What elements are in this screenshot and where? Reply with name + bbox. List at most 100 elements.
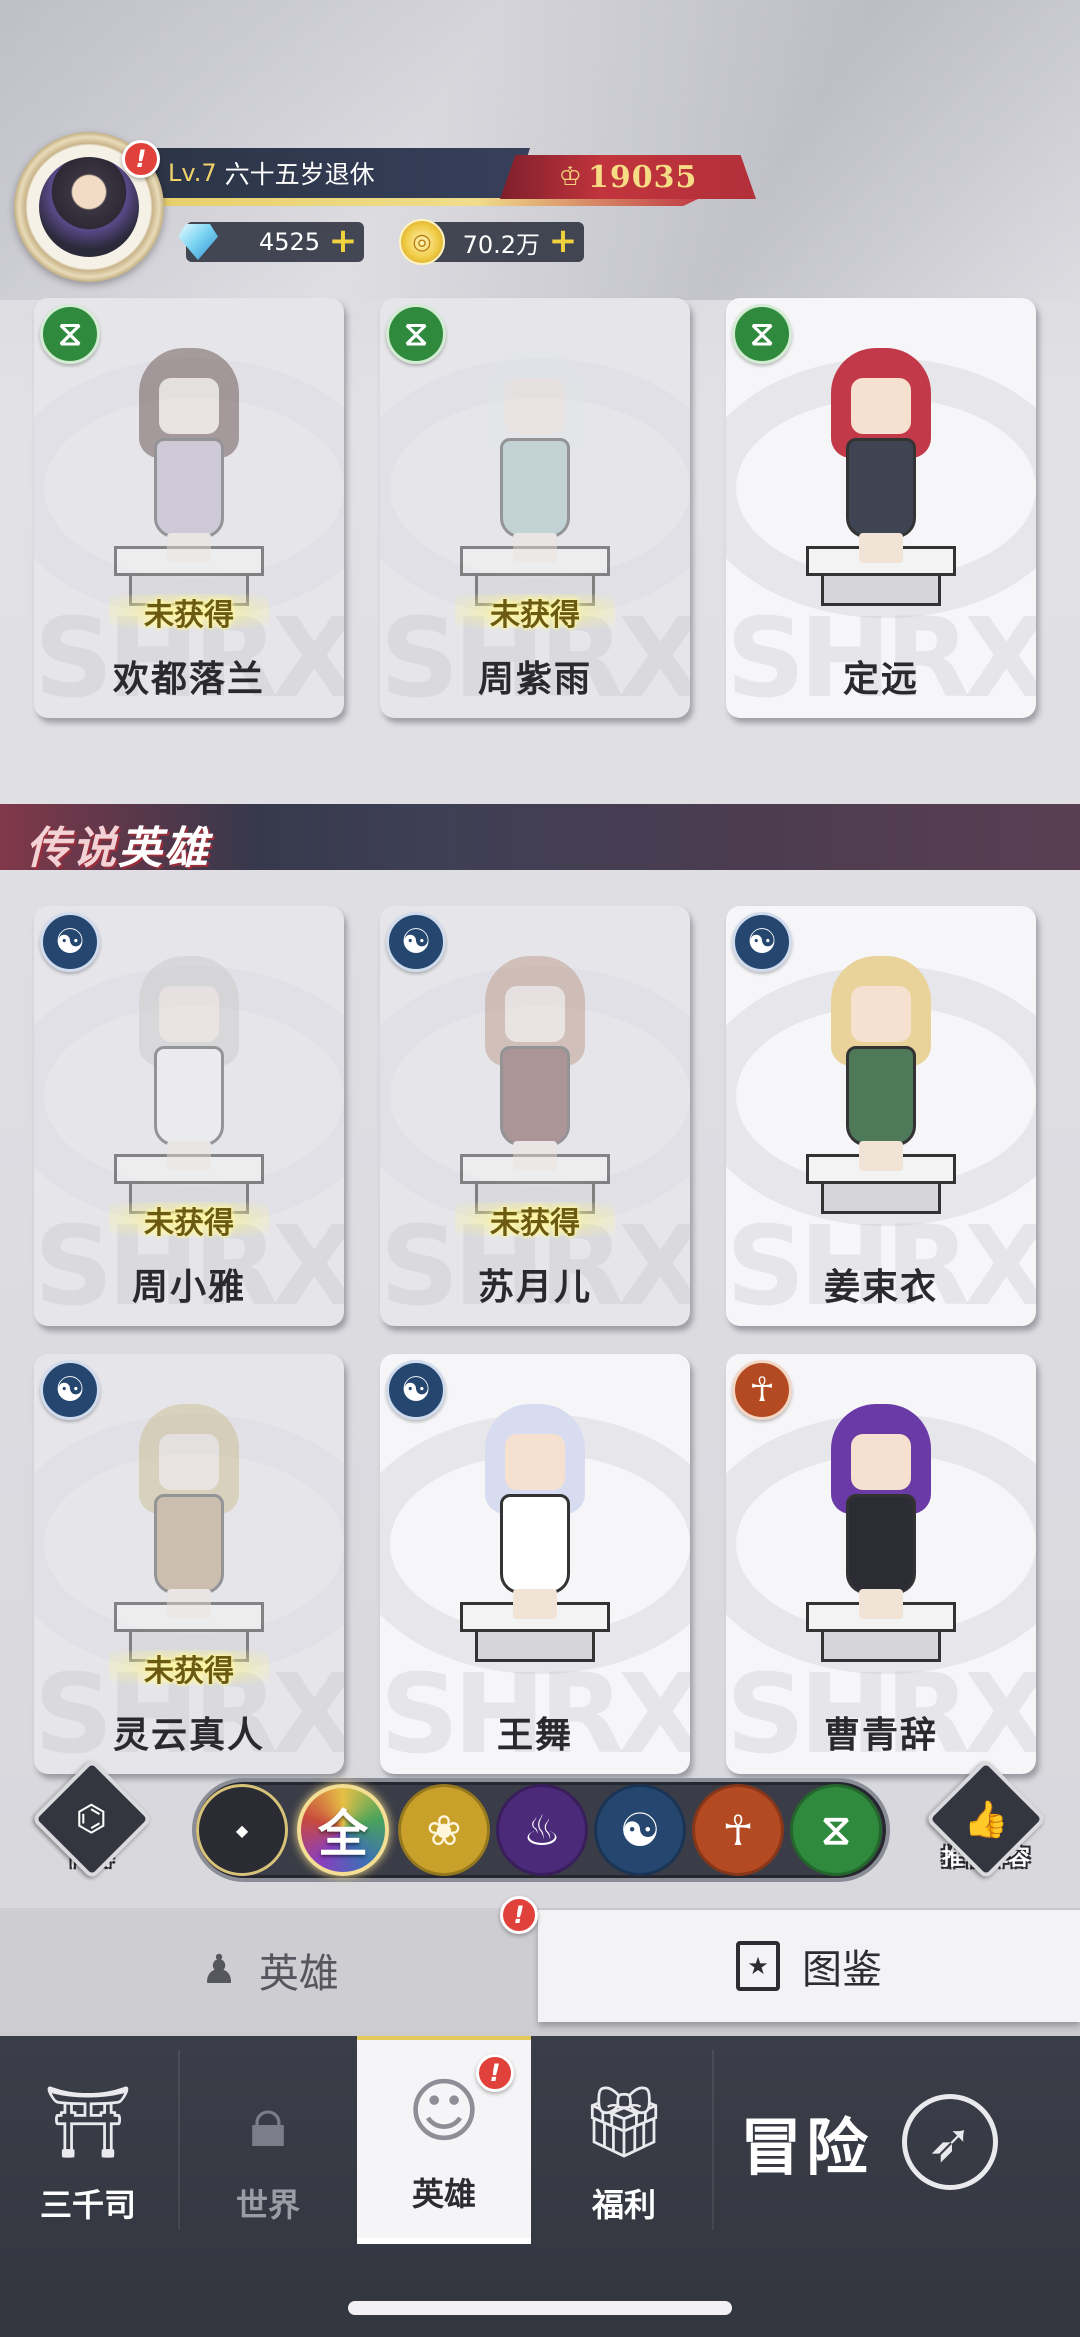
home-indicator[interactable] xyxy=(348,2301,732,2315)
avatar[interactable]: ! xyxy=(14,132,164,282)
hero-name: 欢都落兰 xyxy=(112,659,265,700)
filter-all-label: 全 xyxy=(318,1805,368,1863)
section-title: 传说英雄 xyxy=(26,812,210,876)
hero-card[interactable]: SHRX ⧖ 定远 xyxy=(726,298,1036,718)
filter-meditation-button[interactable]: ☥ xyxy=(692,1784,784,1876)
hero-sprite xyxy=(465,956,605,1176)
tab-heroes[interactable]: ♟ 英雄 xyxy=(0,1908,540,2032)
legendary-heroes-banner: 传说英雄 xyxy=(0,804,1080,874)
add-coins-button[interactable]: + xyxy=(548,224,578,258)
formation-button[interactable]: ⌬ 阵容 xyxy=(31,1758,153,1896)
not-obtained-label: 未获得 xyxy=(144,598,234,633)
section-title-a: 传说 xyxy=(26,823,118,874)
heroes-tab-alert-icon: ! xyxy=(500,1896,538,1934)
hero-card[interactable]: SHRX ☯ 未获得 周小雅 xyxy=(34,906,344,1326)
player-level-bar[interactable]: Lv.7 六十五岁退休 xyxy=(140,148,530,198)
tab-codex[interactable]: ★ 图鉴 xyxy=(538,1910,1080,2022)
hero-card[interactable]: SHRX ☥ 曹青辞 xyxy=(726,1354,1036,1774)
coin-icon: ◎ xyxy=(396,216,448,268)
meditation-icon: ☥ xyxy=(722,1805,754,1855)
yinyang-icon: ☯ xyxy=(619,1803,661,1857)
coin-value: 70.2万 xyxy=(462,230,540,259)
dna-icon: ⧖ xyxy=(821,1805,851,1854)
combat-power: ♔ 19035 xyxy=(500,155,756,199)
hero-card[interactable]: SHRX ⧖ 未获得 欢都落兰 xyxy=(34,298,344,718)
filter-flame-button[interactable]: ♨ xyxy=(496,1784,588,1876)
dna-icon: ⧖ xyxy=(732,304,792,364)
hero-card[interactable]: SHRX ⧖ 未获得 周紫雨 xyxy=(380,298,690,718)
hero-sprite xyxy=(811,348,951,568)
level-underline xyxy=(140,198,700,206)
hero-sprite xyxy=(811,1404,951,1624)
yinyang-icon: ☯ xyxy=(40,1360,100,1420)
thumbs-up-icon: 👍 xyxy=(963,1798,1009,1840)
hero-name: 灵云真人 xyxy=(112,1715,265,1756)
hero-name: 周紫雨 xyxy=(477,659,592,700)
filter-dna-button[interactable]: ⧖ xyxy=(790,1784,882,1876)
filter-yinyang-button[interactable]: ☯ xyxy=(594,1784,686,1876)
hero-name: 苏月儿 xyxy=(477,1267,592,1308)
hero-name: 曹青辞 xyxy=(823,1715,938,1756)
diamond-icon xyxy=(172,216,224,268)
section-title-b: 英雄 xyxy=(118,823,210,874)
tab-codex-label: 图鉴 xyxy=(802,1947,882,1993)
hero-name: 周小雅 xyxy=(131,1267,246,1308)
yinyang-icon: ☯ xyxy=(732,912,792,972)
gem-value: 4525 xyxy=(258,228,320,256)
nav-welfare[interactable]: 🎁︎ 福利 xyxy=(544,2050,704,2250)
player-name: 六十五岁退休 xyxy=(224,160,375,189)
book-icon: ★ xyxy=(736,1941,780,1991)
add-gems-button[interactable]: + xyxy=(328,224,358,258)
hero-card[interactable]: SHRX ☯ 未获得 灵云真人 xyxy=(34,1354,344,1774)
yinyang-icon: ☯ xyxy=(40,912,100,972)
not-obtained-label: 未获得 xyxy=(490,1206,580,1241)
dna-icon: ⧖ xyxy=(386,304,446,364)
hero-sprite xyxy=(811,956,951,1176)
triangle-tier-icon: ◆ xyxy=(235,1820,249,1840)
filter-all-button[interactable]: 全 xyxy=(297,1784,389,1876)
compass-icon: ➶ xyxy=(902,2094,999,2190)
hero-name: 定远 xyxy=(842,659,919,700)
hero-card[interactable]: SHRX ☯ 未获得 苏月儿 xyxy=(380,906,690,1326)
recommended-formation-button[interactable]: 👍 推荐阵容 xyxy=(925,1758,1047,1896)
lotus-icon: ❀ xyxy=(426,1805,462,1855)
hero-card[interactable]: SHRX ☯ 姜束衣 xyxy=(726,906,1036,1326)
nav-welfare-label: 福利 xyxy=(591,2186,656,2224)
hero-sprite xyxy=(465,348,605,568)
nav-adventure[interactable]: 冒险 ➶ xyxy=(740,2062,1060,2222)
nav-heroes-alert-icon: ! xyxy=(476,2054,514,2092)
hero-sprite xyxy=(119,348,259,568)
meditation-icon: ☥ xyxy=(732,1360,792,1420)
gift-box-icon: 🎁︎ xyxy=(579,2080,669,2163)
nav-world[interactable]: 🔒︎ 世界 xyxy=(188,2050,348,2250)
filter-tier-button[interactable]: ◆ xyxy=(196,1784,288,1876)
crown-icon: ♔ xyxy=(558,162,582,192)
gem-counter: 4525 + xyxy=(178,222,364,262)
dna-icon: ⧖ xyxy=(40,304,100,364)
temple-icon: ⛩ xyxy=(43,2080,133,2163)
nav-sanqiansi[interactable]: ⛩ 三千司 xyxy=(8,2050,168,2250)
nav-adventure-label: 冒险 xyxy=(740,2111,873,2184)
nav-sanqiansi-label: 三千司 xyxy=(39,2186,136,2224)
not-obtained-label: 未获得 xyxy=(490,598,580,633)
flame-icon: ♨ xyxy=(523,1805,561,1855)
hero-figure-icon: ♟ xyxy=(201,1947,237,1993)
not-obtained-label: 未获得 xyxy=(144,1654,234,1689)
yinyang-icon: ☯ xyxy=(386,912,446,972)
yinyang-icon: ☯ xyxy=(386,1360,446,1420)
lock-icon: 🔒︎ xyxy=(249,2080,287,2163)
hero-name: 王舞 xyxy=(496,1715,573,1756)
network-icon: ⌬ xyxy=(76,1798,108,1840)
nav-world-label: 世界 xyxy=(235,2186,300,2224)
filter-lotus-button[interactable]: ❀ xyxy=(398,1784,490,1876)
tab-heroes-label: 英雄 xyxy=(258,1951,339,1997)
nav-heroes-label: 英雄 xyxy=(411,2175,476,2213)
hero-card[interactable]: SHRX ☯ 王舞 xyxy=(380,1354,690,1774)
player-level: Lv.7 xyxy=(168,159,217,187)
combat-power-value: 19035 xyxy=(587,159,698,195)
avatar-portrait xyxy=(39,157,139,257)
coin-counter: ◎ 70.2万 + xyxy=(399,219,584,265)
hero-sprite xyxy=(119,1404,259,1624)
avatar-alert-icon: ! xyxy=(122,140,160,178)
hero-sprite xyxy=(119,956,259,1176)
